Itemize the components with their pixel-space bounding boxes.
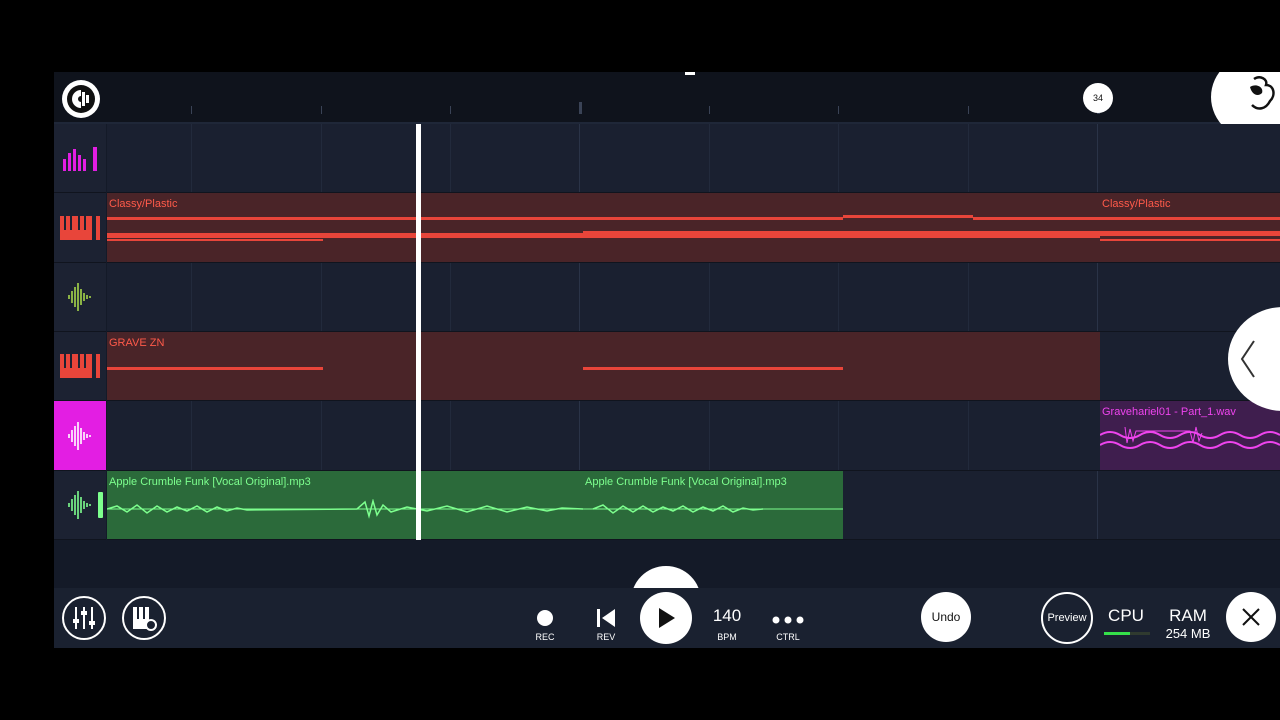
cpu-meter: [1104, 632, 1150, 635]
play-icon: [659, 608, 675, 628]
rewind-label: REV: [596, 632, 616, 642]
track-header-audio-1[interactable]: [54, 263, 106, 332]
pattern-clip[interactable]: Classy/Plastic: [1100, 193, 1280, 262]
clip-label: Apple Crumble Funk [Vocal Original].mp3: [585, 476, 787, 488]
controls-button[interactable]: [772, 612, 804, 630]
pattern-clip[interactable]: GRAVE ZN: [107, 332, 1100, 400]
app-logo-icon: [67, 85, 95, 113]
more-dots-icon: [772, 616, 804, 624]
preview-button[interactable]: Preview: [1041, 592, 1093, 644]
clip-label: GRAVE ZN: [109, 337, 165, 349]
track-header-piano-1[interactable]: [54, 193, 106, 263]
track-lane-drums[interactable]: [107, 124, 1280, 193]
bpm-label: BPM: [717, 632, 737, 642]
clip-label: Gravehariel01 - Part_1.wav: [1102, 406, 1236, 418]
clip-waveform: [107, 499, 583, 519]
undo-button[interactable]: Undo: [921, 592, 971, 642]
track-lane-audio-1[interactable]: [107, 263, 1280, 332]
track-lane-audio-2[interactable]: Gravehariel01 - Part_1.wav: [107, 401, 1280, 471]
track-lane-piano-1[interactable]: Classy/Plastic Classy/Plastic: [107, 193, 1280, 263]
drum-bars-icon: [63, 147, 97, 171]
instrument-settings-button[interactable]: [122, 596, 166, 640]
bottom-toolbar: REC REV 140 BPM CTRL Undo Preview CPU RA…: [54, 588, 1280, 648]
track-header-drums[interactable]: [54, 124, 106, 193]
daw-window: 34 Classy/Plastic Classy/Plastic GRAVE Z…: [54, 72, 1280, 648]
mixer-icon: [73, 607, 95, 629]
clip-label: Apple Crumble Funk [Vocal Original].mp3: [109, 476, 311, 488]
mixer-button[interactable]: [62, 596, 106, 640]
track-header-piano-2[interactable]: [54, 332, 106, 401]
clip-waveform: [1100, 426, 1280, 449]
bpm-value[interactable]: 140: [707, 606, 747, 626]
keyboard-icon: [60, 215, 100, 240]
skip-back-icon: [597, 609, 615, 627]
track-lane-audio-3[interactable]: Apple Crumble Funk [Vocal Original].mp3 …: [107, 471, 1280, 540]
clip-label: Classy/Plastic: [1102, 198, 1171, 210]
record-button[interactable]: [537, 610, 553, 626]
piano-gear-icon: [133, 607, 157, 631]
audio-clip[interactable]: Apple Crumble Funk [Vocal Original].mp3: [107, 471, 583, 539]
clip-label: Classy/Plastic: [109, 198, 178, 210]
waveform-icon: [68, 491, 91, 519]
track-header-audio-3[interactable]: [54, 471, 106, 540]
rewind-button[interactable]: [596, 608, 616, 633]
waveform-icon: [68, 421, 91, 450]
play-button[interactable]: [640, 592, 692, 644]
ram-label: RAM: [1169, 606, 1207, 625]
keyboard-icon: [60, 354, 100, 378]
track-header-audio-2[interactable]: [54, 401, 106, 471]
clip-waveform: [583, 504, 843, 514]
record-label: REC: [535, 632, 555, 642]
loop-marker: [685, 72, 695, 75]
cpu-label: CPU: [1108, 606, 1144, 625]
playhead[interactable]: [416, 124, 421, 540]
pattern-clip[interactable]: Classy/Plastic: [107, 193, 1100, 262]
close-button[interactable]: [1226, 592, 1276, 642]
audio-clip[interactable]: Gravehariel01 - Part_1.wav: [1100, 401, 1280, 470]
controls-label: CTRL: [776, 632, 800, 642]
audio-clip[interactable]: Apple Crumble Funk [Vocal Original].mp3: [583, 471, 843, 539]
menu-logo-button[interactable]: [62, 80, 100, 118]
bar-number-marker[interactable]: 34: [1083, 83, 1113, 113]
fruit-icon: [1250, 76, 1275, 110]
chevron-left-icon: [1240, 340, 1255, 378]
ram-value: 254 MB: [1165, 626, 1211, 641]
waveform-icon: [68, 283, 91, 311]
track-lane-piano-2[interactable]: GRAVE ZN: [107, 332, 1280, 401]
track-level-indicator: [98, 492, 103, 518]
close-icon: [1242, 608, 1260, 626]
